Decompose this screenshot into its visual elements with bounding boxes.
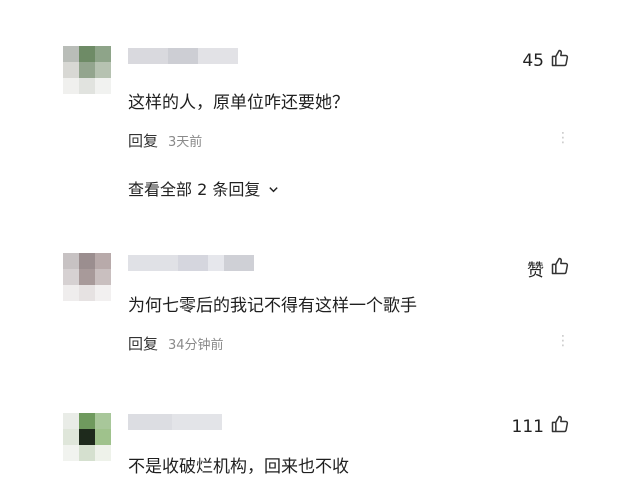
comment-text: 为何七零后的我记不得有这样一个歌手 xyxy=(128,296,417,316)
comment-meta: 回复 34分钟前 xyxy=(128,333,224,354)
like-count: 111 xyxy=(511,416,544,437)
reply-button[interactable]: 回复 xyxy=(128,132,158,150)
like-button[interactable]: 赞 xyxy=(527,256,570,281)
like-label: 赞 xyxy=(527,261,544,281)
like-count: 45 xyxy=(522,50,544,71)
like-button[interactable]: 111 xyxy=(512,414,570,439)
timestamp: 3天前 xyxy=(168,135,203,150)
reply-button[interactable]: 回复 xyxy=(128,335,158,353)
more-options-icon[interactable]: ⋮ xyxy=(556,333,570,349)
comment-meta: 回复 3天前 xyxy=(128,130,202,151)
avatar[interactable] xyxy=(63,413,111,461)
avatar[interactable] xyxy=(63,46,111,94)
username-blurred[interactable] xyxy=(128,255,254,271)
comment-text: 这样的人，原单位咋还要她？ xyxy=(128,93,349,113)
thumbs-up-icon xyxy=(550,256,570,281)
avatar[interactable] xyxy=(63,253,111,301)
username-blurred[interactable] xyxy=(128,48,238,64)
comment-text: 不是收破烂机构，回来也不收 xyxy=(128,457,349,477)
view-replies-link[interactable]: 查看全部 2 条回复 xyxy=(128,176,279,200)
more-options-icon[interactable]: ⋮ xyxy=(556,130,570,146)
username-blurred[interactable] xyxy=(128,414,222,430)
like-button[interactable]: 45 xyxy=(522,48,570,73)
thumbs-up-icon xyxy=(550,48,570,73)
view-replies-label: 查看全部 2 条回复 xyxy=(128,180,261,199)
timestamp: 34分钟前 xyxy=(168,338,224,353)
chevron-down-icon xyxy=(264,184,279,198)
thumbs-up-icon xyxy=(550,414,570,439)
